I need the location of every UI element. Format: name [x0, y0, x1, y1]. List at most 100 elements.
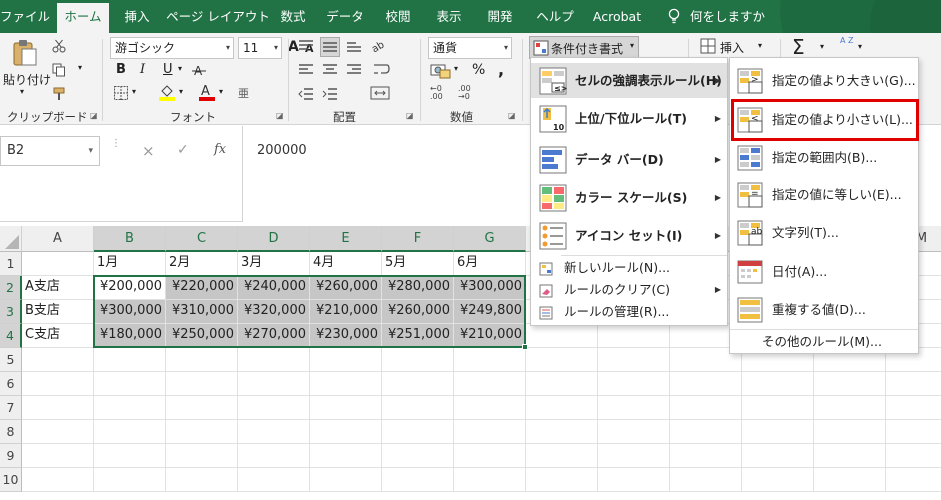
- cell[interactable]: [886, 420, 941, 444]
- format-painter-icon[interactable]: [52, 87, 66, 101]
- cell[interactable]: [670, 468, 742, 492]
- menu-item-equal-to[interactable]: = 指定の値に等しい(E)...: [730, 177, 918, 213]
- align-top-icon[interactable]: [298, 39, 314, 53]
- cell[interactable]: ¥180,000: [94, 324, 166, 348]
- row-header-10[interactable]: 10: [0, 468, 22, 492]
- cell[interactable]: B支店: [22, 300, 94, 324]
- cell[interactable]: [454, 444, 526, 468]
- wrap-text-icon[interactable]: [372, 61, 390, 79]
- cell[interactable]: ¥260,000: [310, 276, 382, 300]
- cell[interactable]: [94, 348, 166, 372]
- cell[interactable]: [814, 444, 886, 468]
- insert-function-icon[interactable]: fx: [214, 142, 226, 157]
- cell[interactable]: [526, 372, 598, 396]
- cell[interactable]: A支店: [22, 276, 94, 300]
- cell[interactable]: [310, 396, 382, 420]
- cell[interactable]: [670, 420, 742, 444]
- decrease-decimal-icon[interactable]: .00 →0: [458, 85, 471, 101]
- increase-decimal-icon[interactable]: ←0.00: [430, 85, 443, 101]
- cell[interactable]: [526, 396, 598, 420]
- cell[interactable]: [310, 444, 382, 468]
- cell[interactable]: [526, 468, 598, 492]
- tab-acrobat[interactable]: Acrobat: [587, 0, 647, 33]
- cell[interactable]: ¥210,000: [310, 300, 382, 324]
- cell[interactable]: [742, 444, 814, 468]
- tell-me-search[interactable]: 何をしますか: [690, 0, 780, 33]
- align-left-icon[interactable]: [298, 63, 314, 77]
- row-header-3[interactable]: 3: [0, 300, 22, 324]
- row-header-2[interactable]: 2: [0, 276, 22, 300]
- cell[interactable]: [166, 348, 238, 372]
- cell[interactable]: 5月: [382, 252, 454, 276]
- cell[interactable]: [742, 396, 814, 420]
- cell[interactable]: ¥280,000: [382, 276, 454, 300]
- cell[interactable]: [238, 444, 310, 468]
- comma-style-button[interactable]: ,: [498, 60, 504, 79]
- cell[interactable]: [22, 252, 94, 276]
- row-header-7[interactable]: 7: [0, 396, 22, 420]
- cell[interactable]: [670, 444, 742, 468]
- cell[interactable]: [814, 468, 886, 492]
- cell[interactable]: [742, 468, 814, 492]
- underline-button[interactable]: U: [163, 62, 173, 77]
- cell[interactable]: [238, 468, 310, 492]
- cell[interactable]: [670, 396, 742, 420]
- cell[interactable]: [670, 372, 742, 396]
- cell[interactable]: 1月: [94, 252, 166, 276]
- accounting-dropdown-icon[interactable]: ▾: [454, 64, 458, 73]
- cell[interactable]: ¥250,000: [166, 324, 238, 348]
- menu-item-greater-than[interactable]: > 指定の値より大きい(G)...: [730, 63, 918, 99]
- tab-formulas[interactable]: 数式: [274, 0, 312, 33]
- cell[interactable]: ¥210,000: [454, 324, 526, 348]
- cell[interactable]: [166, 396, 238, 420]
- row-header-1[interactable]: 1: [0, 252, 22, 276]
- tab-view[interactable]: 表示: [428, 0, 470, 33]
- cell[interactable]: [598, 348, 670, 372]
- cell[interactable]: C支店: [22, 324, 94, 348]
- number-format-select[interactable]: 通貨 ▾: [428, 37, 512, 59]
- menu-item-highlight-cells-rules[interactable]: ≤> セルの強調表示ルール(H) ▶: [531, 63, 727, 98]
- column-header-B[interactable]: B: [94, 226, 166, 252]
- cell[interactable]: [22, 468, 94, 492]
- fill-color-icon[interactable]: [158, 83, 176, 101]
- cell[interactable]: ¥300,000: [94, 300, 166, 324]
- phonetic-icon[interactable]: 亜: [238, 85, 249, 101]
- copy-icon[interactable]: [52, 63, 66, 77]
- cell[interactable]: ¥300,000: [454, 276, 526, 300]
- font-color-dropdown-icon[interactable]: ▾: [219, 87, 223, 96]
- menu-item-clear-rules[interactable]: ルールのクリア(C) ▶: [531, 279, 727, 301]
- tab-help[interactable]: ヘルプ: [530, 0, 580, 33]
- cell[interactable]: [166, 420, 238, 444]
- cell[interactable]: [94, 444, 166, 468]
- menu-item-text-contains[interactable]: ab 文字列(T)...: [730, 215, 918, 251]
- menu-item-new-rule[interactable]: 新しいルール(N)...: [531, 257, 727, 279]
- cell[interactable]: [22, 444, 94, 468]
- cell[interactable]: [166, 468, 238, 492]
- insert-cells-icon[interactable]: [700, 38, 716, 54]
- orientation-icon[interactable]: ab: [370, 37, 390, 57]
- sort-dropdown-icon[interactable]: ▾: [858, 42, 862, 51]
- menu-item-top-bottom-rules[interactable]: 10 上位/下位ルール(T) ▶: [531, 101, 727, 136]
- cell[interactable]: [454, 372, 526, 396]
- borders-dropdown-icon[interactable]: ▾: [132, 87, 136, 96]
- cell[interactable]: [310, 468, 382, 492]
- menu-item-more-rules[interactable]: その他のルール(M)...: [730, 331, 918, 353]
- cell[interactable]: [94, 372, 166, 396]
- cell[interactable]: [382, 372, 454, 396]
- cell[interactable]: [454, 348, 526, 372]
- cell[interactable]: [166, 372, 238, 396]
- menu-item-duplicate-values[interactable]: 重複する値(D)...: [730, 292, 918, 328]
- enter-icon[interactable]: ✓: [177, 142, 189, 158]
- decrease-indent-icon[interactable]: [298, 87, 314, 101]
- tab-developer[interactable]: 開発: [479, 0, 521, 33]
- insert-dropdown-icon[interactable]: ▾: [758, 41, 762, 50]
- tab-data[interactable]: データ: [320, 0, 370, 33]
- menu-item-color-scales[interactable]: カラー スケール(S) ▶: [531, 180, 727, 215]
- row-header-5[interactable]: 5: [0, 348, 22, 372]
- align-center-icon[interactable]: [322, 63, 338, 77]
- tab-review[interactable]: 校閲: [377, 0, 419, 33]
- cell[interactable]: ¥320,000: [238, 300, 310, 324]
- menu-item-manage-rules[interactable]: ルールの管理(R)...: [531, 301, 727, 323]
- bold-button[interactable]: B: [116, 62, 126, 77]
- menu-item-between[interactable]: 指定の範囲内(B)...: [730, 140, 918, 176]
